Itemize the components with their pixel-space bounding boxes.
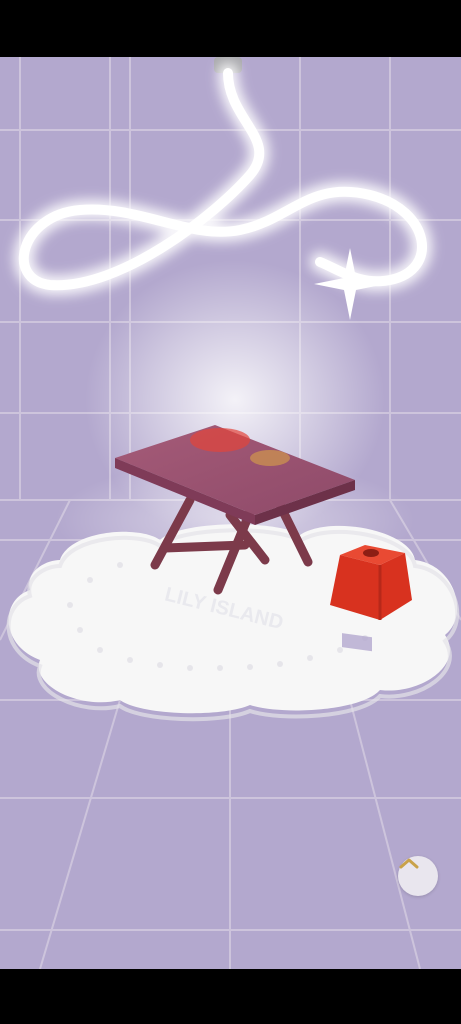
scroll-up-button[interactable] [398, 856, 438, 896]
room-scene: LILY ISLAND [0, 57, 461, 969]
bottom-black-bar [0, 969, 461, 1024]
room-illustration: LILY ISLAND [0, 57, 461, 969]
chevron-up-icon [399, 858, 419, 869]
top-black-bar [0, 0, 461, 57]
